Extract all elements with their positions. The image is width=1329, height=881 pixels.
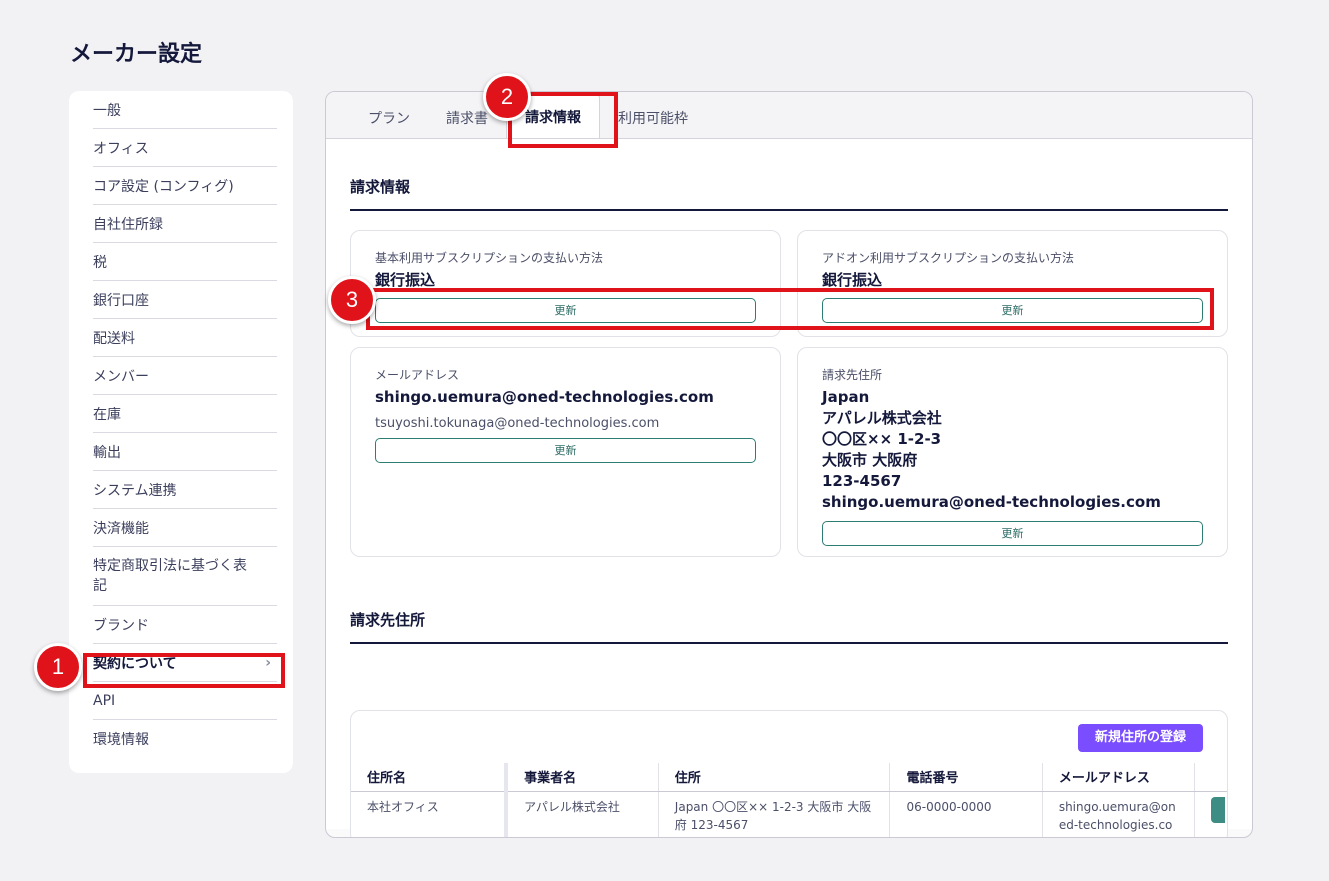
cell-address: Japan 〇〇区×× 1-2-3 大阪市 大阪府 123-4567 <box>658 791 891 837</box>
sidebar-item-label: コア設定 (コンフィグ) <box>93 178 234 195</box>
billing-section-title: 請求情報 <box>350 176 1228 211</box>
sidebar-item-label: 在庫 <box>93 406 121 423</box>
sidebar-item-inventory[interactable]: 在庫 <box>93 395 277 433</box>
cell-name: 本社オフィス <box>351 791 509 837</box>
sidebar-item-label: 配送料 <box>93 330 135 347</box>
sidebar-item-integrations[interactable]: システム連携 <box>93 471 277 509</box>
address-line: 〇〇区×× 1-2-3 <box>822 430 942 448</box>
sidebar-item-core-config[interactable]: コア設定 (コンフィグ) <box>93 167 277 205</box>
sidebar-item-label: システム連携 <box>93 482 177 499</box>
address-line: Japan <box>822 388 870 406</box>
billing-address-card: 請求先住所 Japan アパレル株式会社 〇〇区×× 1-2-3 大阪市 大阪府… <box>797 347 1228 557</box>
column-header: 住所名 <box>351 763 509 792</box>
step-badge-2: 2 <box>483 73 531 121</box>
sidebar-item-office[interactable]: オフィス <box>93 129 277 167</box>
billing-email-card: メールアドレス shingo.uemura@oned-technologies.… <box>350 347 781 557</box>
step-badge-3: 3 <box>328 276 376 324</box>
sidebar-item-label: オフィス <box>93 140 149 157</box>
column-header: 事業者名 <box>506 763 659 792</box>
sidebar-item-label: 銀行口座 <box>93 292 149 309</box>
sidebar-item-label: ブランド <box>93 617 149 634</box>
column-header: メールアドレス <box>1042 763 1195 792</box>
sidebar-item-label: 一般 <box>93 102 121 119</box>
card-label: 基本利用サブスクリプションの支払い方法 <box>375 251 604 265</box>
sidebar-item-general[interactable]: 一般 <box>93 91 277 129</box>
card-label: 請求先住所 <box>822 368 883 382</box>
tab-plan[interactable]: プラン <box>350 98 428 138</box>
contract-panel: プラン 請求書 請求情報 利用可能枠 請求情報 基本利用サブスクリプションの支払… <box>325 91 1253 838</box>
secondary-email: tsuyoshi.tokunaga@oned-technologies.com <box>375 416 660 431</box>
sidebar-item-label: 特定商取引法に基づく表記 <box>93 558 247 594</box>
sidebar-item-export[interactable]: 輸出 <box>93 433 277 471</box>
sidebar-item-bank-account[interactable]: 銀行口座 <box>93 281 277 319</box>
sidebar-item-environment[interactable]: 環境情報 <box>93 720 277 758</box>
table-row: 本社オフィス アパレル株式会社 Japan 〇〇区×× 1-2-3 大阪市 大阪… <box>351 791 1227 837</box>
register-new-address-button[interactable]: 新規住所の登録 <box>1077 724 1203 752</box>
address-line: shingo.uemura@oned-technologies.com <box>822 493 1161 511</box>
tab-bar: プラン 請求書 請求情報 利用可能枠 <box>326 92 1252 139</box>
sidebar-item-brand[interactable]: ブランド <box>93 606 277 644</box>
sidebar-item-label: 環境情報 <box>93 732 149 748</box>
sidebar-item-label: 自社住所録 <box>93 216 163 233</box>
cell-actions <box>1194 791 1227 837</box>
addresses-section-title: 請求先住所 <box>350 609 1228 644</box>
column-header: 電話番号 <box>889 763 1043 792</box>
tab-content: 請求情報 基本利用サブスクリプションの支払い方法 銀行振込 更新 アドオン利用サ… <box>326 139 1252 837</box>
sidebar-item-label: 決済機能 <box>93 520 149 537</box>
sidebar-item-tax[interactable]: 税 <box>93 243 277 281</box>
cell-company: アパレル株式会社 <box>506 791 659 837</box>
card-label: アドオン利用サブスクリプションの支払い方法 <box>822 251 1075 265</box>
row-action-button[interactable] <box>1210 796 1225 823</box>
sidebar-item-legal-notice[interactable]: 特定商取引法に基づく表記 <box>93 547 277 606</box>
address-line: アパレル株式会社 <box>822 409 942 427</box>
update-email-button[interactable]: 更新 <box>375 438 756 463</box>
sidebar-item-label: 税 <box>93 254 107 271</box>
sidebar-item-label: メンバー <box>93 368 149 385</box>
step-badge-1: 1 <box>34 643 82 691</box>
sidebar-item-address-book[interactable]: 自社住所録 <box>93 205 277 243</box>
highlight-update-buttons <box>366 288 1214 330</box>
address-line: 大阪市 大阪府 <box>822 451 918 469</box>
column-header: 住所 <box>658 763 891 792</box>
page-title: メーカー設定 <box>70 42 203 67</box>
primary-email: shingo.uemura@oned-technologies.com <box>375 388 714 406</box>
address-line: 123-4567 <box>822 472 902 490</box>
cell-phone: 06-0000-0000 <box>889 791 1043 837</box>
sidebar-item-members[interactable]: メンバー <box>93 357 277 395</box>
card-label: メールアドレス <box>375 368 460 382</box>
address-table-card: 新規住所の登録 住所名 事業者名 住所 電話番号 メールアドレス 本社オフィス <box>350 710 1228 837</box>
cell-email: shingo.uemura@oned-technologies.com <box>1042 791 1195 837</box>
sidebar-item-label: 輸出 <box>93 444 121 461</box>
address-table: 住所名 事業者名 住所 電話番号 メールアドレス 本社オフィス アパレル株式会社… <box>351 763 1227 837</box>
sidebar-item-label: API <box>93 692 116 709</box>
highlight-contract-item <box>83 653 285 688</box>
update-address-button[interactable]: 更新 <box>822 521 1203 546</box>
column-header-actions <box>1194 763 1227 792</box>
sidebar-item-payments[interactable]: 決済機能 <box>93 509 277 547</box>
sidebar-item-shipping[interactable]: 配送料 <box>93 319 277 357</box>
